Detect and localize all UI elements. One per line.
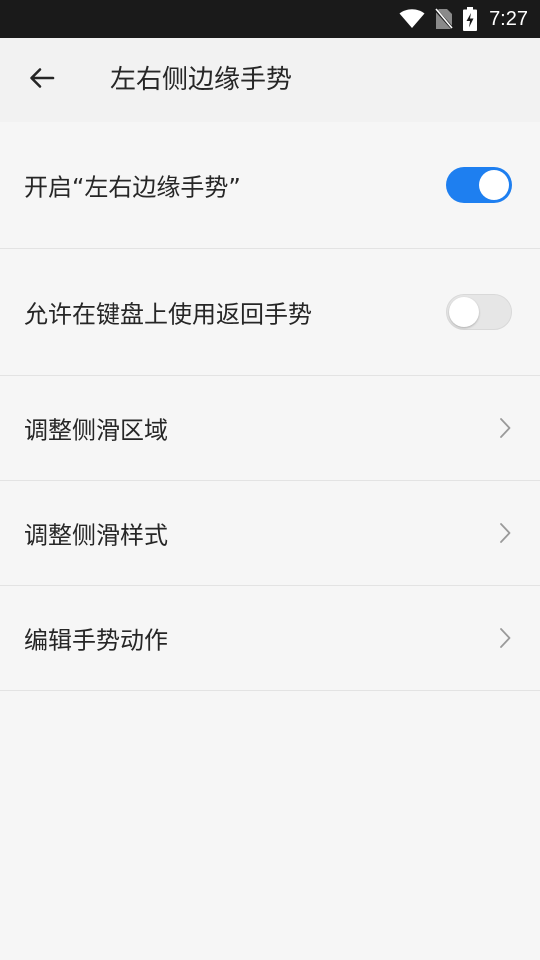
no-sim-icon (435, 8, 454, 30)
chevron-right-icon (498, 417, 512, 439)
setting-keyboard-back-gesture[interactable]: 允许在键盘上使用返回手势 (0, 249, 540, 376)
back-button[interactable] (20, 60, 64, 100)
setting-label: 开启“左右边缘手势” (24, 173, 241, 202)
chevron-right-icon (498, 522, 512, 544)
enable-edge-gesture-toggle[interactable] (446, 167, 512, 203)
setting-label: 调整侧滑样式 (24, 521, 168, 550)
chevron-right-icon (498, 627, 512, 649)
setting-label: 编辑手势动作 (24, 626, 168, 655)
wifi-icon (399, 9, 425, 29)
arrow-left-icon (29, 67, 55, 93)
status-time: 7:27 (489, 7, 528, 30)
setting-edit-gesture-actions[interactable]: 编辑手势动作 (0, 586, 540, 691)
settings-list: 开启“左右边缘手势” 允许在键盘上使用返回手势 调整侧滑区域 调整侧滑样式 编辑… (0, 122, 540, 691)
status-bar: 7:27 (0, 0, 540, 38)
battery-charging-icon (463, 7, 478, 31)
toggle-knob (479, 170, 509, 200)
app-bar: 左右侧边缘手势 (0, 38, 540, 122)
setting-label: 调整侧滑区域 (24, 416, 168, 445)
setting-enable-edge-gesture[interactable]: 开启“左右边缘手势” (0, 122, 540, 249)
toggle-knob (449, 297, 479, 327)
setting-adjust-swipe-area[interactable]: 调整侧滑区域 (0, 376, 540, 481)
setting-label: 允许在键盘上使用返回手势 (24, 300, 312, 329)
page-title: 左右侧边缘手势 (110, 65, 293, 95)
setting-adjust-swipe-style[interactable]: 调整侧滑样式 (0, 481, 540, 586)
status-icons: 7:27 (399, 0, 528, 38)
keyboard-back-gesture-toggle[interactable] (446, 294, 512, 330)
